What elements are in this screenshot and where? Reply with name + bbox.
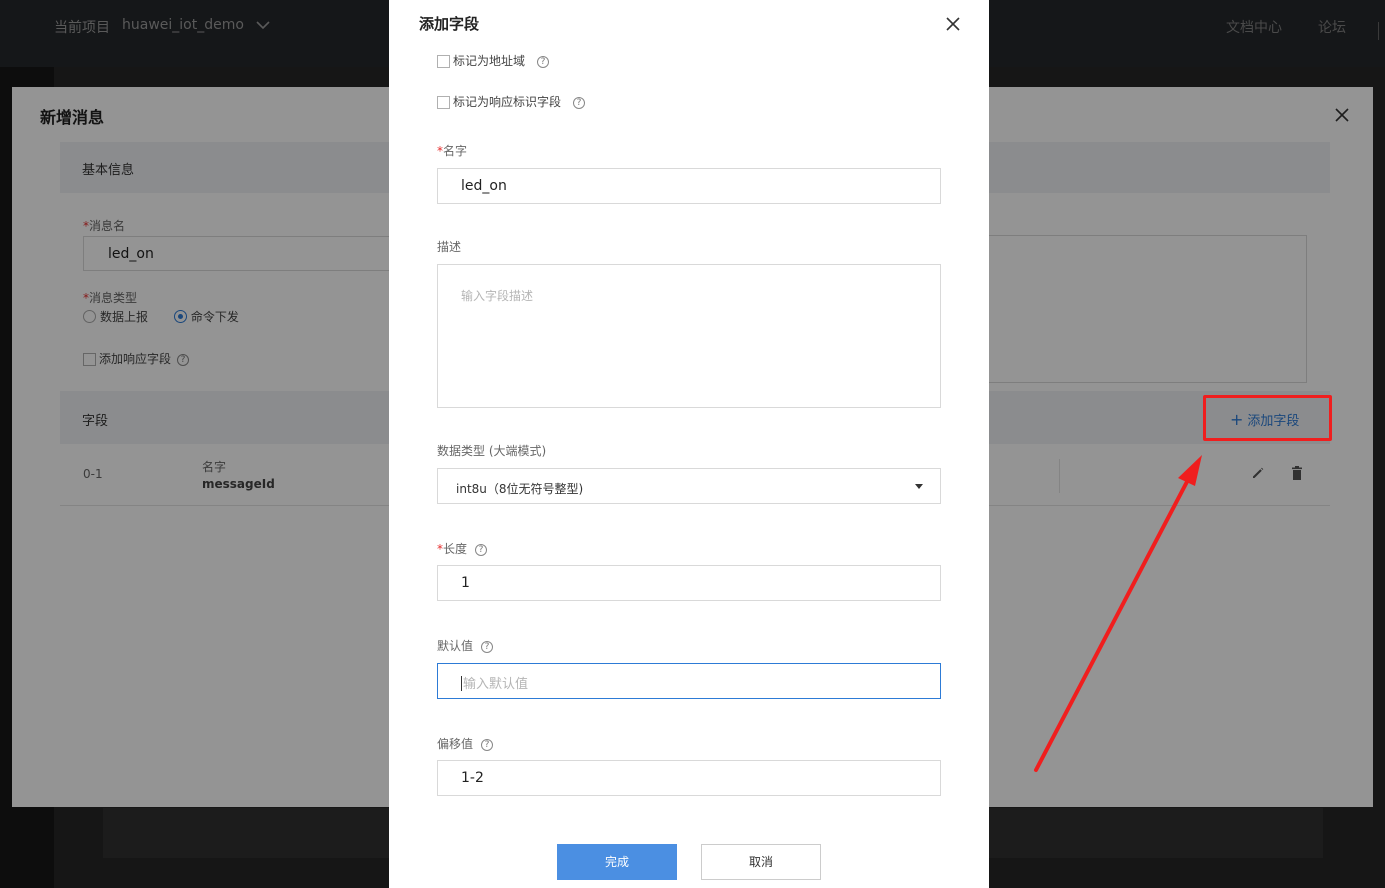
input-placeholder: 输入默认值	[463, 677, 529, 692]
confirm-button[interactable]: 完成	[557, 844, 677, 880]
text-caret	[461, 676, 462, 691]
mark-response-checkbox[interactable]	[437, 96, 450, 109]
help-icon[interactable]: ?	[475, 543, 488, 556]
datatype-selected-value: int8u（8位无符号整型)	[456, 482, 584, 496]
mark-address-checkbox[interactable]	[437, 55, 450, 68]
mark-response-row: 标记为响应标识字段?	[437, 93, 586, 110]
datatype-label: 数据类型 (大端模式)	[437, 444, 547, 458]
nav-forum-link[interactable]: 论坛	[1318, 17, 1346, 37]
dialog-title: 添加字段	[419, 15, 480, 33]
length-label: *长度?	[437, 540, 488, 557]
name-input[interactable]: led_on	[437, 168, 941, 204]
chevron-down-icon[interactable]	[256, 18, 270, 32]
length-input[interactable]: 1	[437, 565, 941, 601]
help-icon[interactable]: ?	[573, 96, 586, 109]
mark-address-row: 标记为地址域?	[437, 52, 550, 69]
offset-input[interactable]: 1-2	[437, 760, 941, 796]
divider	[1378, 22, 1379, 40]
checkbox-label: 标记为响应标识字段	[453, 95, 562, 109]
help-icon[interactable]: ?	[537, 55, 550, 68]
datatype-select[interactable]: int8u（8位无符号整型)	[437, 468, 941, 504]
cancel-button[interactable]: 取消	[701, 844, 821, 880]
offset-label: 偏移值?	[437, 735, 494, 752]
default-value-label: 默认值?	[437, 637, 494, 654]
description-textarea[interactable]: 输入字段描述	[437, 264, 941, 408]
dropdown-arrow-icon	[915, 484, 923, 489]
project-name[interactable]: huawei_iot_demo	[122, 17, 244, 33]
default-value-input[interactable]: 输入默认值	[437, 663, 941, 699]
project-label: 当前项目	[54, 20, 110, 36]
help-icon[interactable]: ?	[481, 738, 494, 751]
add-field-dialog: 添加字段 标记为地址域? 标记为响应标识字段? *名字 led_on 描述 输入…	[389, 0, 989, 888]
help-icon[interactable]: ?	[481, 640, 494, 653]
annotation-highlight-box	[1203, 395, 1332, 441]
description-label: 描述	[437, 240, 462, 254]
nav-docs-link[interactable]: 文档中心	[1226, 17, 1282, 37]
name-label: *名字	[437, 144, 468, 158]
close-icon[interactable]	[945, 16, 961, 32]
checkbox-label: 标记为地址域	[453, 54, 526, 68]
